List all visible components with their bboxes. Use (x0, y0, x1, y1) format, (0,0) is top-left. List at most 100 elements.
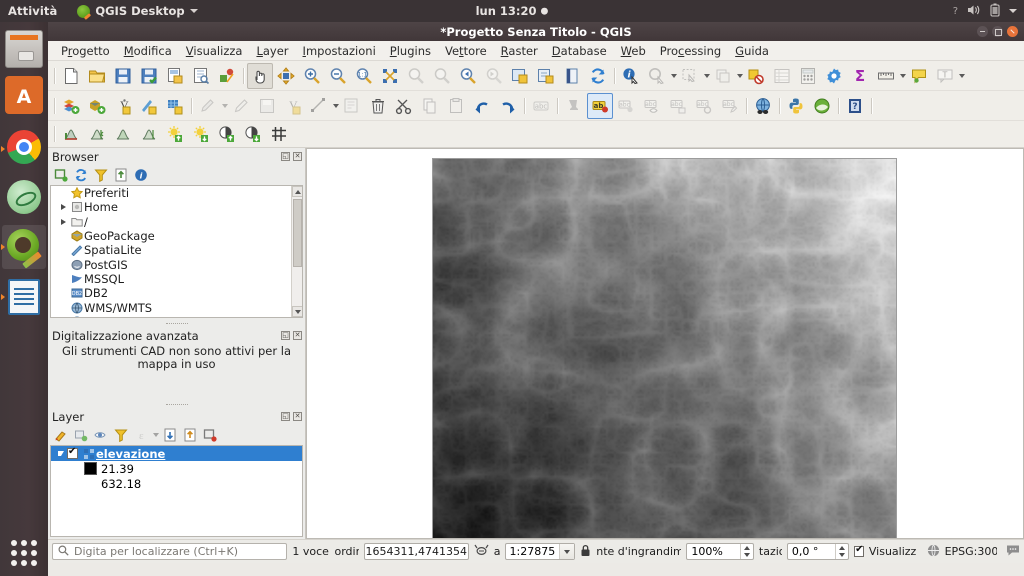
undo-icon[interactable] (469, 93, 495, 119)
label-toolbar-icon[interactable]: abc (528, 93, 554, 119)
manage-visibility-icon[interactable] (92, 426, 110, 444)
launcher-item-writer[interactable] (5, 276, 43, 315)
bookmarks-icon[interactable] (559, 63, 585, 89)
rotate-label-icon[interactable]: abc (665, 93, 691, 119)
chevron-down-icon[interactable] (959, 73, 965, 78)
chevron-right-icon[interactable] (60, 218, 66, 225)
filter-icon[interactable] (92, 166, 110, 184)
launcher-item-atom[interactable] (5, 178, 43, 216)
messages-icon[interactable] (1006, 544, 1020, 559)
increase-brightness-icon[interactable] (162, 121, 188, 147)
volume-icon[interactable] (967, 4, 981, 19)
zoom-native-icon[interactable]: 1:1 (351, 63, 377, 89)
toolbar-handle[interactable] (51, 124, 58, 144)
layer-visibility-checkbox[interactable] (67, 446, 78, 459)
open-project-icon[interactable] (84, 63, 110, 89)
select-features-icon[interactable] (644, 63, 670, 89)
new-3d-map-view-icon[interactable] (533, 63, 559, 89)
add-feature-icon[interactable]: V (280, 93, 306, 119)
properties-icon[interactable]: i (132, 166, 150, 184)
python-console-icon[interactable] (783, 93, 809, 119)
text-annotation-icon[interactable]: T (932, 63, 958, 89)
measure-line-icon[interactable] (873, 63, 899, 89)
lock-icon[interactable] (580, 544, 591, 560)
move-label-icon[interactable]: abc (613, 93, 639, 119)
edit-label-icon[interactable]: abc (717, 93, 743, 119)
zoom-out-icon[interactable] (325, 63, 351, 89)
chevron-down-icon[interactable] (559, 544, 575, 559)
show-applications-button[interactable] (11, 540, 37, 566)
browser-scrollbar[interactable] (291, 186, 302, 317)
browser-item-mssql[interactable]: MSSQL (51, 272, 302, 286)
browser-item-preferiti[interactable]: Preferiti (51, 186, 302, 200)
refresh-icon[interactable] (72, 166, 90, 184)
browser-item-geopackage[interactable]: GeoPackage (51, 229, 302, 243)
collapse-all-icon[interactable] (112, 166, 130, 184)
menu-item-impostazioni[interactable]: Impostazioni (296, 42, 383, 60)
add-layer-icon[interactable] (52, 166, 70, 184)
save-project-as-icon[interactable] (136, 63, 162, 89)
help-contents-icon[interactable]: ? (842, 93, 868, 119)
rotation-spinbox[interactable]: 0,0 ° (786, 543, 850, 560)
help-icon[interactable]: ? (953, 6, 958, 17)
undock-icon[interactable]: ◱ (281, 331, 290, 340)
locator-search-input[interactable]: Digita per localizzare (Ctrl+K) (52, 543, 288, 560)
redo-icon[interactable] (495, 93, 521, 119)
browser-item-db2[interactable]: DB2 DB2 (51, 286, 302, 300)
dock-splitter[interactable] (48, 401, 305, 408)
identify-features-icon[interactable]: i (618, 63, 644, 89)
statistical-summary-icon[interactable]: Σ (847, 63, 873, 89)
menu-item-processing[interactable]: Processing (653, 42, 728, 60)
new-project-icon[interactable] (58, 63, 84, 89)
menu-item-plugins[interactable]: Plugins (383, 42, 438, 60)
open-attribute-table-icon[interactable] (769, 63, 795, 89)
highlight-labels-icon[interactable]: ab (587, 92, 613, 119)
decrease-contrast-icon[interactable] (240, 121, 266, 147)
show-hide-labels-icon[interactable]: abc (639, 93, 665, 119)
toolbar-handle[interactable] (51, 66, 58, 86)
scale-combo[interactable]: 1:27875 (504, 543, 576, 560)
render-checkbox[interactable] (854, 544, 864, 557)
map-canvas[interactable] (306, 148, 1024, 539)
add-raster-layer-icon[interactable] (84, 93, 110, 119)
zoom-last-icon[interactable] (455, 63, 481, 89)
menu-item-vettore[interactable]: Vettore (438, 42, 494, 60)
new-print-layout-icon[interactable] (162, 63, 188, 89)
field-calculator-icon[interactable] (795, 63, 821, 89)
style-manager-icon[interactable] (214, 63, 240, 89)
zoom-full-icon[interactable] (377, 63, 403, 89)
paste-features-icon[interactable] (443, 93, 469, 119)
pin-labels-icon[interactable] (561, 93, 587, 119)
save-project-icon[interactable] (110, 63, 136, 89)
spin-down-button[interactable] (741, 552, 753, 560)
vertex-tool-icon[interactable] (306, 93, 332, 119)
coordinate-field[interactable]: 1654311,4741354 (363, 543, 469, 560)
undock-icon[interactable]: ◱ (281, 412, 290, 421)
close-button[interactable] (1007, 26, 1018, 37)
zoom-to-selection-icon[interactable] (403, 63, 429, 89)
spin-up-button[interactable] (741, 544, 753, 552)
close-icon[interactable]: ✕ (293, 152, 302, 161)
pan-to-selection-icon[interactable] (273, 63, 299, 89)
zoom-in-icon[interactable] (299, 63, 325, 89)
layer-item-elevazione[interactable]: elevazione (51, 446, 302, 461)
modify-attributes-icon[interactable] (339, 93, 365, 119)
menu-item-raster[interactable]: Raster (494, 42, 545, 60)
expand-all-icon[interactable] (161, 426, 179, 444)
launcher-item-chrome[interactable] (5, 128, 43, 166)
crs-icon[interactable] (927, 544, 940, 560)
browser-item-wms-wmts[interactable]: WMS/WMTS (51, 300, 302, 315)
increase-contrast-icon[interactable] (214, 121, 240, 147)
toggle-extents-icon[interactable] (474, 543, 489, 560)
select-by-rect-icon[interactable] (677, 63, 703, 89)
chevron-right-icon[interactable] (60, 204, 66, 211)
maximize-button[interactable] (992, 26, 1003, 37)
pan-map-icon[interactable] (247, 62, 273, 89)
launcher-item-files[interactable] (5, 30, 43, 68)
local-histogram-stretch-icon[interactable] (110, 121, 136, 147)
remove-layer-icon[interactable] (201, 426, 219, 444)
raster-histogram-stretch-icon[interactable] (84, 121, 110, 147)
menu-item-progetto[interactable]: Progetto (54, 42, 117, 60)
launcher-item-amazon[interactable] (5, 76, 43, 114)
toggle-editing-icon[interactable] (228, 93, 254, 119)
